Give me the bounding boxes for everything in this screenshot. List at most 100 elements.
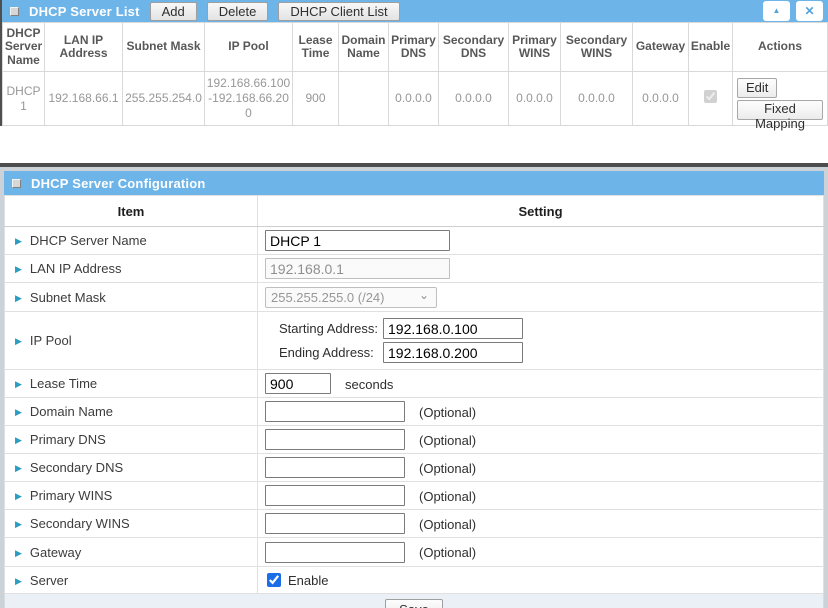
- row-label: Lease Time: [30, 376, 97, 391]
- optional-note: (Optional): [419, 433, 476, 448]
- row-lan-ip-address: ▶ LAN IP Address: [5, 255, 824, 283]
- server-enable-label: Enable: [288, 573, 328, 588]
- subnet-mask-select: 255.255.255.0 (/24) ⌄: [265, 287, 437, 308]
- panel-marker-icon: [12, 179, 21, 188]
- optional-note: (Optional): [419, 489, 476, 504]
- lease-time-input[interactable]: [265, 373, 331, 394]
- row-label: IP Pool: [30, 333, 72, 348]
- cell-gateway: 0.0.0.0: [633, 72, 689, 126]
- arrow-bullet-icon: ▶: [15, 379, 22, 389]
- row-label: Server: [30, 573, 68, 588]
- row-label: Secondary DNS: [30, 460, 123, 475]
- cell-lan-ip: 192.168.66.1: [45, 72, 123, 126]
- col-header-primary-dns: Primary DNS: [389, 23, 439, 72]
- arrow-bullet-icon: ▶: [15, 236, 22, 246]
- panel-title: DHCP Server List: [29, 4, 140, 19]
- arrow-bullet-icon: ▶: [15, 293, 22, 303]
- cell-primary-wins: 0.0.0.0: [509, 72, 561, 126]
- col-header-lease-time: Lease Time: [293, 23, 339, 72]
- row-server: ▶ Server Enable: [5, 567, 824, 594]
- delete-button[interactable]: Delete: [207, 2, 269, 21]
- fixed-mapping-button[interactable]: Fixed Mapping: [737, 100, 823, 120]
- arrow-bullet-icon: ▶: [15, 548, 22, 558]
- dhcp-server-name-input[interactable]: [265, 230, 450, 251]
- add-button[interactable]: Add: [150, 2, 197, 21]
- config-footer-row: Save: [5, 594, 824, 608]
- cell-primary-dns: 0.0.0.0: [389, 72, 439, 126]
- dhcp-server-list-table: DHCP Server Name LAN IP Address Subnet M…: [2, 22, 828, 126]
- col-header-dhcp-server-name: DHCP Server Name: [3, 23, 45, 72]
- row-primary-dns: ▶ Primary DNS (Optional): [5, 426, 824, 454]
- row-label: LAN IP Address: [30, 261, 122, 276]
- cell-domain-name: [339, 72, 389, 126]
- primary-wins-input[interactable]: [265, 485, 405, 506]
- cell-secondary-wins: 0.0.0.0: [561, 72, 633, 126]
- row-secondary-wins: ▶Secondary WINS (Optional): [5, 510, 824, 538]
- server-enable-checkbox[interactable]: [267, 573, 281, 587]
- row-primary-wins: ▶Primary WINS (Optional): [5, 482, 824, 510]
- row-subnet-mask: ▶ Subnet Mask 255.255.255.0 (/24) ⌄: [5, 283, 824, 312]
- dhcp-server-configuration-panel: DHCP Server Configuration Item Setting ▶…: [0, 163, 828, 608]
- starting-address-label: Starting Address:: [279, 321, 383, 336]
- ending-address-label: Ending Address:: [279, 345, 383, 360]
- triangle-up-icon: ▲: [773, 7, 781, 15]
- cell-subnet-mask: 255.255.254.0: [123, 72, 205, 126]
- arrow-bullet-icon: ▶: [15, 264, 22, 274]
- ending-address-input[interactable]: [383, 342, 523, 363]
- cell-lease-time: 900: [293, 72, 339, 126]
- edit-button[interactable]: Edit: [737, 78, 777, 98]
- cell-secondary-dns: 0.0.0.0: [439, 72, 509, 126]
- col-header-actions: Actions: [733, 23, 828, 72]
- cell-actions: Edit Fixed Mapping: [733, 72, 828, 126]
- optional-note: (Optional): [419, 405, 476, 420]
- cell-server-name: DHCP 1: [3, 72, 45, 126]
- subnet-mask-selected-value: 255.255.255.0 (/24): [271, 290, 384, 305]
- save-button[interactable]: Save: [385, 599, 443, 608]
- row-label: Domain Name: [30, 404, 113, 419]
- setting-column-header: Setting: [258, 196, 824, 227]
- optional-note: (Optional): [419, 461, 476, 476]
- col-header-ip-pool: IP Pool: [205, 23, 293, 72]
- optional-note: (Optional): [419, 517, 476, 532]
- dhcp-server-list-header: DHCP Server List Add Delete DHCP Client …: [2, 0, 828, 22]
- col-header-primary-wins: Primary WINS: [509, 23, 561, 72]
- lease-time-unit-label: seconds: [345, 377, 393, 392]
- col-header-secondary-wins: Secondary WINS: [561, 23, 633, 72]
- arrow-bullet-icon: ▶: [15, 491, 22, 501]
- gateway-input[interactable]: [265, 542, 405, 563]
- col-header-subnet-mask: Subnet Mask: [123, 23, 205, 72]
- lan-ip-address-input: [265, 258, 450, 279]
- row-enable-checkbox: [704, 90, 717, 103]
- panel-title: DHCP Server Configuration: [31, 176, 206, 191]
- dhcp-client-list-button[interactable]: DHCP Client List: [278, 2, 399, 21]
- cell-ip-pool: 192.168.66.100-192.168.66.200: [205, 72, 293, 126]
- domain-name-input[interactable]: [265, 401, 405, 422]
- list-header-row: DHCP Server Name LAN IP Address Subnet M…: [3, 23, 828, 72]
- starting-address-input[interactable]: [383, 318, 523, 339]
- row-secondary-dns: ▶Secondary DNS (Optional): [5, 454, 824, 482]
- row-label: Primary DNS: [30, 432, 106, 447]
- table-row: DHCP 1 192.168.66.1 255.255.254.0 192.16…: [3, 72, 828, 126]
- col-header-enable: Enable: [689, 23, 733, 72]
- cell-enable: [689, 72, 733, 126]
- collapse-button[interactable]: ▲: [763, 1, 790, 21]
- panel-marker-icon: [10, 7, 19, 16]
- row-label: Subnet Mask: [30, 290, 106, 305]
- col-header-gateway: Gateway: [633, 23, 689, 72]
- row-dhcp-server-name: ▶DHCP Server Name: [5, 227, 824, 255]
- arrow-bullet-icon: ▶: [15, 519, 22, 529]
- close-button[interactable]: ✕: [796, 1, 823, 21]
- dhcp-server-list-panel: DHCP Server List Add Delete DHCP Client …: [0, 0, 828, 126]
- dhcp-server-configuration-table: Item Setting ▶DHCP Server Name ▶LAN IP A…: [4, 195, 824, 608]
- col-header-domain-name: Domain Name: [339, 23, 389, 72]
- row-ip-pool: ▶ IP Pool Starting Address: Ending Addres…: [5, 312, 824, 370]
- dhcp-server-configuration-header: DHCP Server Configuration: [4, 171, 824, 195]
- arrow-bullet-icon: ▶: [15, 336, 22, 346]
- secondary-wins-input[interactable]: [265, 513, 405, 534]
- row-lease-time: ▶ Lease Time seconds: [5, 370, 824, 398]
- secondary-dns-input[interactable]: [265, 457, 405, 478]
- arrow-bullet-icon: ▶: [15, 576, 22, 586]
- arrow-bullet-icon: ▶: [15, 435, 22, 445]
- row-label: Gateway: [30, 545, 81, 560]
- primary-dns-input[interactable]: [265, 429, 405, 450]
